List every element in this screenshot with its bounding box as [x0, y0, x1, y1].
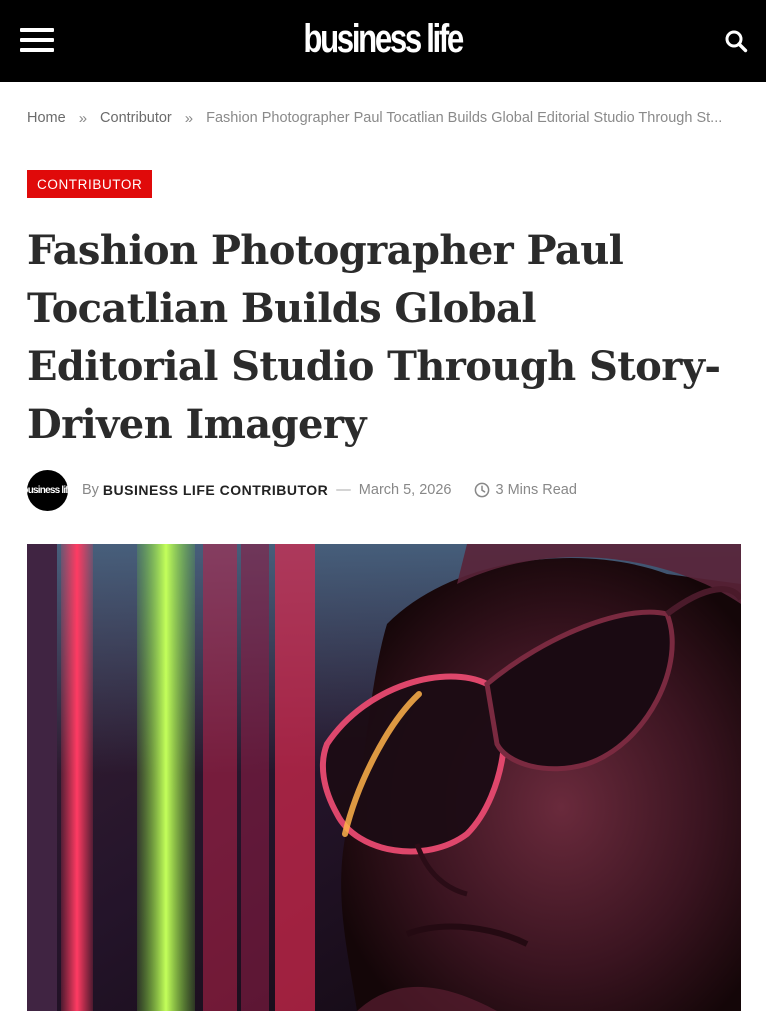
breadcrumb-contributor[interactable]: Contributor — [100, 110, 172, 126]
featured-image[interactable] — [27, 544, 741, 1011]
article-meta: business life By BUSINESS LIFE CONTRIBUT… — [27, 469, 577, 511]
breadcrumb-separator: » — [78, 109, 88, 127]
breadcrumb: Home » Contributor » Fashion Photographe… — [27, 108, 747, 128]
byline-prefix: By — [82, 482, 99, 498]
breadcrumb-separator: » — [184, 109, 194, 127]
article-title: Fashion Photographer Paul Tocatlian Buil… — [27, 227, 721, 448]
breadcrumb-current: Fashion Photographer Paul Tocatlian Buil… — [206, 110, 723, 126]
hamburger-menu-icon[interactable] — [20, 28, 54, 52]
read-time: 3 Mins Read — [474, 482, 577, 498]
read-time-label: 3 Mins Read — [495, 482, 577, 498]
author-avatar[interactable]: business life — [27, 469, 68, 511]
breadcrumb-home[interactable]: Home — [27, 110, 66, 126]
author-link[interactable]: BUSINESS LIFE CONTRIBUTOR — [103, 482, 328, 498]
clock-icon — [474, 482, 489, 498]
category-badge[interactable]: CONTRIBUTOR — [27, 170, 153, 198]
search-icon[interactable] — [724, 29, 748, 53]
site-logo[interactable]: business life — [304, 19, 465, 59]
publish-date: March 5, 2026 — [358, 482, 452, 498]
site-header: business life — [0, 0, 766, 82]
meta-separator: — — [336, 482, 351, 498]
